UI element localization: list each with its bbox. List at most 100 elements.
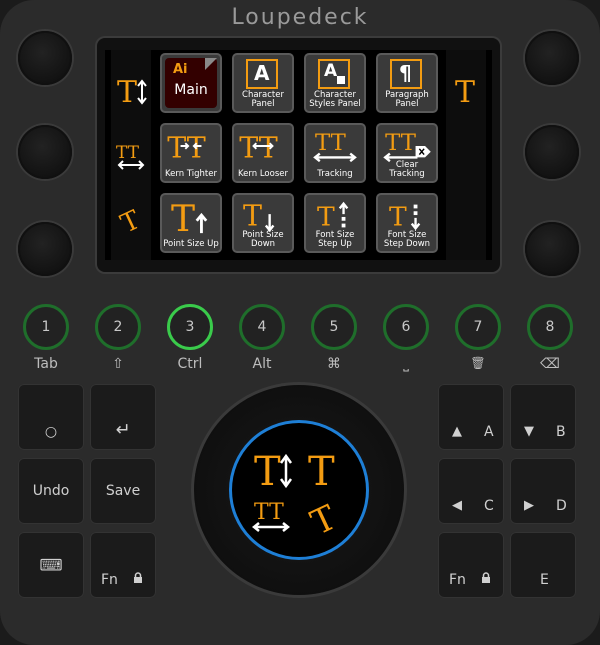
kern-looser-icon: TT: [239, 131, 278, 164]
tile-character-panel[interactable]: A Character Panel: [232, 53, 294, 113]
tracking-icon: TT: [313, 130, 357, 163]
rotate-text-icon: T: [305, 498, 343, 544]
tile-label: Character Panel: [242, 90, 284, 109]
tab-label: Tab: [34, 356, 58, 372]
svg-text:TT: TT: [385, 130, 416, 156]
key-label: Fn: [101, 572, 118, 588]
svg-text:TT: TT: [239, 131, 278, 164]
key-a[interactable]: ▲ A: [438, 384, 504, 450]
round-button-8[interactable]: 8: [527, 304, 573, 350]
tile-kern-looser[interactable]: TT Kern Looser: [232, 123, 294, 183]
svg-text:T: T: [243, 200, 262, 233]
key-label: Save: [105, 483, 141, 499]
circle-icon: ○: [44, 424, 58, 440]
svg-text:T: T: [455, 75, 475, 110]
tile-point-size-down[interactable]: T Point Size Down: [232, 193, 294, 253]
up-arrow-icon: ▲: [452, 424, 462, 439]
backspace-icon: ⌫: [540, 356, 560, 372]
knob-right-1[interactable]: [525, 31, 579, 85]
tile-label: Clear Tracking: [389, 160, 425, 179]
loupedeck-device: Loupedeck T TT T T Ai Main A Character P…: [0, 0, 600, 645]
tile-clear-tracking[interactable]: TT Clear Tracking: [376, 123, 438, 183]
knob-right-3[interactable]: [525, 222, 579, 276]
svg-text:T: T: [308, 449, 335, 495]
svg-text:TT: TT: [254, 500, 284, 525]
key-fn-right[interactable]: Fn: [438, 532, 504, 598]
trash-icon: 🗑: [470, 356, 486, 370]
key-label: B: [556, 424, 566, 440]
key-save[interactable]: Save: [90, 458, 156, 524]
tile-tracking[interactable]: TT Tracking: [304, 123, 366, 183]
character-styles-panel-icon: A: [318, 59, 350, 89]
svg-text:T: T: [117, 75, 137, 110]
key-label: E: [540, 572, 549, 588]
svg-text:T: T: [305, 498, 343, 544]
right-arrow-icon: ▶: [524, 498, 534, 513]
touch-screen-frame: T TT T T Ai Main A Character Panel A Cha…: [97, 38, 500, 272]
key-b[interactable]: ▼ B: [510, 384, 576, 450]
tracking-icon[interactable]: TT: [111, 136, 151, 176]
tracking-icon: TT: [251, 500, 291, 532]
round-button-3[interactable]: 3: [167, 304, 213, 350]
key-enter[interactable]: ↵: [90, 384, 156, 450]
illustrator-main-icon: Ai Main: [165, 58, 217, 108]
dial-glyphs: T T TT T: [251, 449, 343, 544]
round-button-1[interactable]: 1: [23, 304, 69, 350]
text-tool-icon[interactable]: T: [446, 70, 486, 110]
round-button-4[interactable]: 4: [239, 304, 285, 350]
key-label: Undo: [32, 483, 70, 499]
jog-dial[interactable]: T T TT T: [194, 385, 404, 595]
left-side-column: T TT T: [111, 50, 151, 260]
knob-right-2[interactable]: [525, 125, 579, 179]
tile-paragraph-panel[interactable]: ¶ Paragraph Panel: [376, 53, 438, 113]
key-fn-left[interactable]: Fn: [90, 532, 156, 598]
lock-icon: [482, 572, 490, 583]
tile-label: Character Styles Panel: [309, 90, 361, 109]
tile-character-styles-panel[interactable]: A Character Styles Panel: [304, 53, 366, 113]
tile-label: Tracking: [317, 169, 353, 179]
key-label: D: [556, 498, 567, 514]
tile-main[interactable]: Ai Main: [160, 53, 222, 113]
svg-text:TT: TT: [116, 143, 140, 163]
point-size-up-icon: T: [171, 198, 208, 235]
tile-label: Main: [174, 82, 208, 98]
tile-label: Point Size Up: [163, 239, 219, 249]
svg-text:T: T: [389, 202, 407, 233]
key-circle[interactable]: ○: [18, 384, 84, 450]
tile-font-size-step-up[interactable]: T Font Size Step Up: [304, 193, 366, 253]
key-label: Fn: [449, 572, 466, 588]
touch-screen: T TT T T Ai Main A Character Panel A Cha…: [105, 50, 492, 260]
round-button-6[interactable]: 6: [383, 304, 429, 350]
text-size-vertical-icon[interactable]: T: [111, 70, 151, 110]
tile-label: Font Size Step Down: [383, 230, 431, 249]
tile-kern-tighter[interactable]: TT Kern Tighter: [160, 123, 222, 183]
text-tool-icon: T: [308, 449, 335, 495]
key-c[interactable]: ◀ C: [438, 458, 504, 524]
key-d[interactable]: ▶ D: [510, 458, 576, 524]
svg-text:T: T: [171, 198, 195, 235]
keyboard-icon: ⌨: [39, 555, 63, 575]
rotate-text-icon[interactable]: T: [111, 200, 151, 240]
page-corner-icon: [205, 58, 217, 70]
tile-point-size-up[interactable]: T Point Size Up: [160, 193, 222, 253]
knob-left-1[interactable]: [18, 31, 72, 85]
right-side-column: T: [446, 50, 486, 260]
space-icon: ⎵: [403, 356, 409, 372]
svg-text:TT: TT: [315, 130, 346, 156]
tile-label: Kern Tighter: [165, 169, 217, 179]
round-button-7[interactable]: 7: [455, 304, 501, 350]
round-button-5[interactable]: 5: [311, 304, 357, 350]
knob-left-2[interactable]: [18, 125, 72, 179]
key-undo[interactable]: Undo: [18, 458, 84, 524]
lock-icon: [134, 572, 142, 583]
key-keyboard[interactable]: ⌨: [18, 532, 84, 598]
round-button-2[interactable]: 2: [95, 304, 141, 350]
knob-left-3[interactable]: [18, 222, 72, 276]
kern-tighter-icon: TT: [167, 131, 206, 164]
down-arrow-icon: ▼: [524, 424, 534, 439]
tile-label: Font Size Step Up: [315, 230, 355, 249]
key-e[interactable]: E: [510, 532, 576, 598]
paragraph-panel-icon: ¶: [390, 59, 422, 89]
tile-font-size-step-down[interactable]: T Font Size Step Down: [376, 193, 438, 253]
key-label: C: [484, 498, 494, 514]
